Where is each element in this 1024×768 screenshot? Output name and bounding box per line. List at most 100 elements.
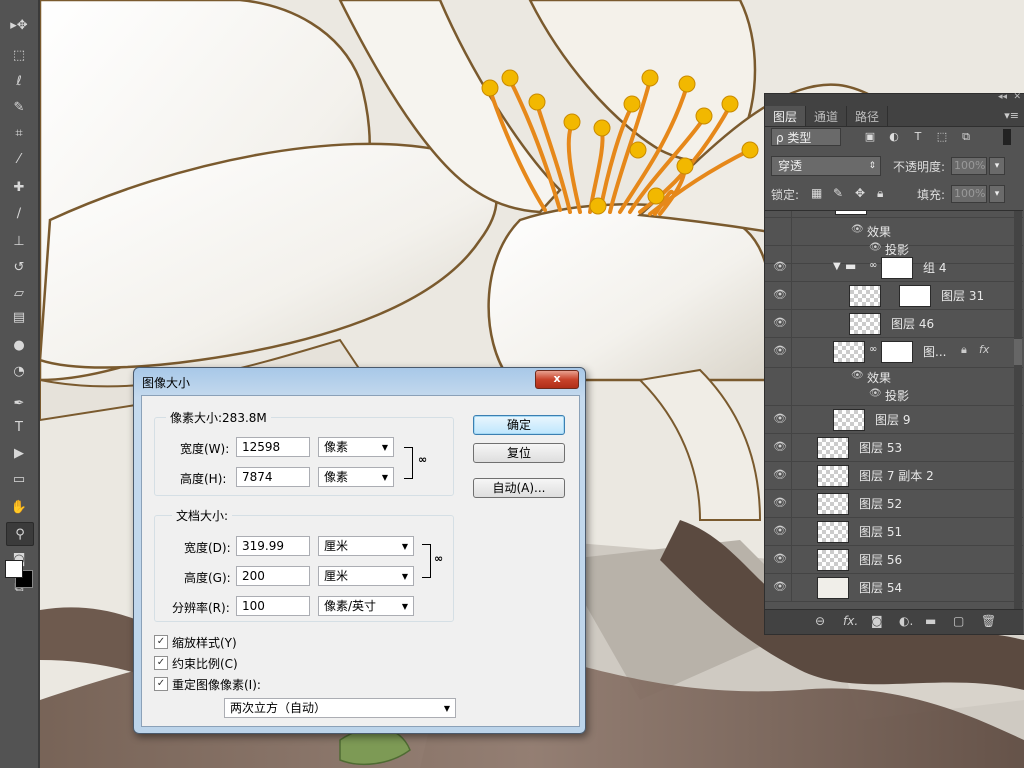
smart-object-filter-icon[interactable]: ⧉ (959, 130, 973, 144)
layer-row[interactable]: 👁︎ 图层 31 (765, 281, 1023, 310)
fill-dropdown-icon[interactable]: ▾ (989, 185, 1005, 203)
opacity-dropdown-icon[interactable]: ▾ (989, 157, 1005, 175)
resolution-input[interactable]: 100 (236, 596, 310, 616)
layer-row[interactable]: 👁︎ 图层 46 (765, 309, 1023, 338)
eye-icon[interactable]: 👁︎ (851, 370, 864, 381)
zoom-tool-icon[interactable]: ⚲ (6, 522, 34, 546)
visibility-eye-icon[interactable] (769, 211, 792, 217)
adjustment-layer-icon[interactable]: ◐. (899, 614, 913, 628)
eyedropper-tool-icon[interactable]: ⁄ (6, 148, 32, 170)
width-input[interactable]: 12598 (236, 437, 310, 457)
resolution-unit-select[interactable]: 像素/英寸 ▼ (318, 596, 414, 616)
blur-tool-icon[interactable]: ● (6, 334, 32, 356)
auto-button[interactable]: 自动(A)... (473, 478, 565, 498)
doc-height-unit-select[interactable]: 厘米 ▼ (318, 566, 414, 586)
crop-tool-icon[interactable]: ⌗ (6, 122, 32, 144)
lock-transparency-icon[interactable]: ▦ (811, 186, 822, 200)
blend-mode-select[interactable]: 穿透 ⇕ (771, 156, 881, 176)
rectangle-tool-icon[interactable]: ▭ (6, 468, 32, 490)
new-group-icon[interactable]: ▬ (925, 614, 936, 628)
type-filter-icon[interactable]: T (911, 130, 925, 144)
layer-row[interactable]: 👁︎ 图层 54 (765, 573, 1023, 602)
eye-icon[interactable]: 👁︎ (851, 224, 864, 235)
height-unit-select[interactable]: 像素 ▼ (318, 467, 394, 487)
panel-menu-icon[interactable]: ▾≡ (1004, 109, 1019, 122)
visibility-eye-icon[interactable]: 👁︎ (769, 517, 792, 545)
add-style-icon[interactable]: fx. (843, 614, 858, 628)
marquee-tool-icon[interactable]: ⬚ (6, 44, 32, 66)
empty-visibility-cell[interactable] (769, 385, 792, 405)
type-tool-icon[interactable]: T (6, 416, 32, 438)
add-mask-icon[interactable]: ◙ (871, 614, 883, 628)
eye-icon[interactable]: 👁︎ (869, 242, 882, 253)
empty-visibility-cell[interactable] (769, 367, 792, 385)
visibility-eye-icon[interactable]: 👁︎ (769, 489, 792, 517)
layer-row-group[interactable]: 👁︎ ▼ ▬ ∞ 组 4 (765, 253, 1023, 282)
visibility-eye-icon[interactable]: 👁︎ (769, 309, 792, 337)
expand-arrow-icon[interactable]: ▼ (833, 261, 841, 272)
dodge-tool-icon[interactable]: ◔ (6, 360, 32, 382)
layer-row[interactable]: 👁︎ 图层 53 (765, 433, 1023, 462)
adjustment-filter-icon[interactable]: ◐ (887, 130, 901, 144)
stamp-tool-icon[interactable]: ⊥ (6, 230, 32, 252)
kind-filter-select[interactable]: ρ 类型 (771, 128, 841, 146)
visibility-eye-icon[interactable]: 👁︎ (769, 433, 792, 461)
fill-input[interactable]: 100% (951, 185, 987, 203)
healing-tool-icon[interactable]: ✚ (6, 176, 32, 198)
foreground-color-swatch[interactable] (5, 560, 23, 578)
visibility-eye-icon[interactable]: 👁︎ (769, 281, 792, 309)
visibility-eye-icon[interactable]: 👁︎ (769, 337, 792, 367)
doc-width-input[interactable]: 319.99 (236, 536, 310, 556)
tab-layers[interactable]: 图层 (765, 106, 807, 126)
resample-checkbox[interactable]: ✓ (154, 677, 168, 691)
visibility-eye-icon[interactable]: 👁︎ (769, 461, 792, 489)
resample-method-select[interactable]: 两次立方（自动） ▼ (224, 698, 456, 718)
eye-icon[interactable]: 👁︎ (869, 388, 882, 399)
layer-row[interactable]: 👁︎ 图层 56 (765, 545, 1023, 574)
close-panel-icon[interactable]: ✕ (1013, 92, 1021, 102)
fx-icon[interactable]: fx (979, 343, 989, 356)
move-tool-icon[interactable]: ▸✥ (6, 14, 32, 36)
brush-tool-icon[interactable]: ∕ (6, 202, 32, 224)
filter-toggle-icon[interactable] (1003, 129, 1011, 145)
gradient-tool-icon[interactable]: ▤ (6, 306, 32, 328)
visibility-eye-icon[interactable]: 👁︎ (769, 573, 792, 601)
tab-paths[interactable]: 路径 (847, 106, 889, 126)
close-button[interactable]: x (535, 370, 579, 389)
lock-all-icon[interactable]: 🔒︎ (877, 186, 883, 201)
pen-tool-icon[interactable]: ✒ (6, 392, 32, 414)
doc-width-unit-select[interactable]: 厘米 ▼ (318, 536, 414, 556)
opacity-input[interactable]: 100% (951, 157, 987, 175)
scrollbar-thumb[interactable] (1014, 339, 1022, 365)
pixel-filter-icon[interactable]: ▣ (863, 130, 877, 144)
layer-row[interactable]: 👁︎ 图层 52 (765, 489, 1023, 518)
lock-pixels-icon[interactable]: ✎ (833, 186, 843, 200)
width-unit-select[interactable]: 像素 ▼ (318, 437, 394, 457)
layer-list-scrollbar[interactable] (1014, 211, 1022, 609)
path-select-tool-icon[interactable]: ▶ (6, 442, 32, 464)
visibility-eye-icon[interactable]: 👁︎ (769, 405, 792, 433)
scale-styles-checkbox[interactable]: ✓ (154, 635, 168, 649)
trash-icon[interactable]: 🗑︎ (981, 614, 996, 628)
shape-filter-icon[interactable]: ⬚ (935, 130, 949, 144)
collapse-icon[interactable]: ◂◂ (998, 92, 1007, 102)
layer-row[interactable]: 👁︎ 图层 9 (765, 405, 1023, 434)
hand-tool-icon[interactable]: ✋ (6, 496, 32, 518)
lock-position-icon[interactable]: ✥ (855, 186, 865, 200)
tab-channels[interactable]: 通道 (806, 106, 848, 126)
layer-row[interactable]: 👁︎ ∞ 图... 🔒︎ fx (765, 337, 1023, 368)
layer-row[interactable]: 👁︎ 图层 7 副本 2 (765, 461, 1023, 490)
reset-button[interactable]: 复位 (473, 443, 565, 463)
quick-select-tool-icon[interactable]: ✎ (6, 96, 32, 118)
layer-effects-row[interactable]: 👁︎ 效果 (765, 367, 1023, 385)
layer-row[interactable]: 👁︎ 图层 51 (765, 517, 1023, 546)
ok-button[interactable]: 确定 (473, 415, 565, 435)
height-input[interactable]: 7874 (236, 467, 310, 487)
lasso-tool-icon[interactable]: ℓ (6, 70, 32, 92)
link-layers-icon[interactable]: ⊖ (815, 614, 825, 628)
new-layer-icon[interactable]: ▢ (953, 614, 964, 628)
visibility-eye-icon[interactable]: 👁︎ (769, 545, 792, 573)
visibility-eye-icon[interactable]: 👁︎ (769, 253, 792, 281)
doc-height-input[interactable]: 200 (236, 566, 310, 586)
eraser-tool-icon[interactable]: ▱ (6, 282, 32, 304)
